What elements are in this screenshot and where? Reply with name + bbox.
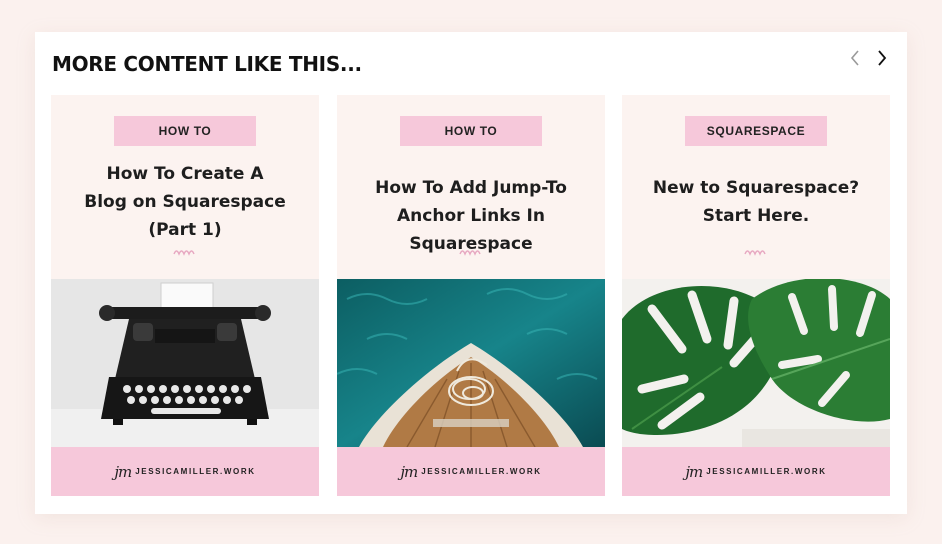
brand-logo: jm bbox=[400, 462, 418, 481]
carousel-next-button[interactable] bbox=[871, 46, 893, 70]
monstera-leaf-photo bbox=[622, 279, 890, 447]
site-name: JESSICAMILLER.WORK bbox=[706, 467, 827, 476]
post-title: New to Squarespace? Start Here. bbox=[652, 178, 860, 226]
post-card[interactable]: HOW TO How To Create A Blog on Squarespa… bbox=[51, 95, 319, 496]
site-name: JESSICAMILLER.WORK bbox=[135, 467, 256, 476]
section-title: MORE CONTENT LIKE THIS... bbox=[52, 52, 362, 76]
post-title: How To Create A Blog on Squarespace (Par… bbox=[84, 164, 286, 240]
site-name: JESSICAMILLER.WORK bbox=[421, 467, 542, 476]
related-content-panel: MORE CONTENT LIKE THIS... HOW TO How To … bbox=[35, 32, 907, 514]
post-card[interactable]: HOW TO How To Add Jump-To Anchor Links I… bbox=[337, 95, 605, 496]
boat-on-water-photo bbox=[337, 279, 605, 447]
category-tag: HOW TO bbox=[114, 116, 256, 146]
card-footer: jm JESSICAMILLER.WORK bbox=[51, 447, 319, 496]
card-footer: jm JESSICAMILLER.WORK bbox=[337, 447, 605, 496]
chevron-left-icon bbox=[850, 50, 859, 66]
category-tag: HOW TO bbox=[400, 116, 542, 146]
brand-logo: jm bbox=[114, 462, 132, 481]
post-title: How To Add Jump-To Anchor Links In Squar… bbox=[375, 178, 567, 254]
card-footer: jm JESSICAMILLER.WORK bbox=[622, 447, 890, 496]
squiggle-divider-icon bbox=[459, 250, 481, 256]
chevron-right-icon bbox=[878, 50, 887, 66]
carousel-prev-button[interactable] bbox=[844, 46, 866, 70]
squiggle-divider-icon bbox=[744, 250, 766, 256]
squiggle-divider-icon bbox=[173, 250, 195, 256]
typewriter-photo bbox=[51, 279, 319, 447]
post-card[interactable]: SQUARESPACE New to Squarespace? Start He… bbox=[622, 95, 890, 496]
category-tag: SQUARESPACE bbox=[685, 116, 827, 146]
brand-logo: jm bbox=[685, 462, 703, 481]
